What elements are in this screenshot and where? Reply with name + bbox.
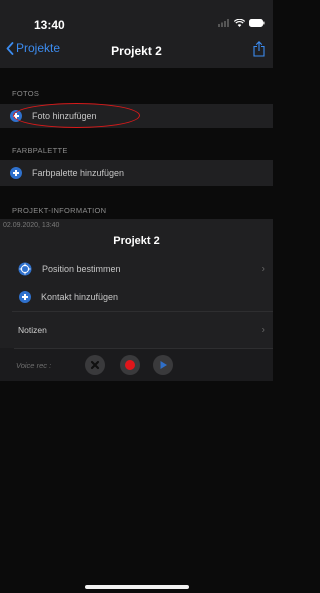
section-label-fotos: FOTOS xyxy=(12,89,40,98)
project-name: Projekt 2 xyxy=(113,235,160,247)
voice-rec-bar: Voice rec : xyxy=(0,348,273,381)
status-time: 13:40 xyxy=(34,18,65,32)
section-label-info: PROJEKT-INFORMATION xyxy=(12,206,107,215)
add-palette-label: Farbpalette hinzufügen xyxy=(32,168,125,178)
divider xyxy=(14,348,273,349)
wifi-icon xyxy=(234,19,245,27)
position-label: Position bestimmen xyxy=(42,264,121,274)
position-row[interactable]: Position bestimmen › xyxy=(0,257,273,281)
notes-label: Notizen xyxy=(18,325,47,335)
battery-icon xyxy=(249,19,265,27)
signal-icon xyxy=(218,19,229,27)
notes-row[interactable]: Notizen › xyxy=(0,318,273,342)
add-contact-row[interactable]: Kontakt hinzufügen xyxy=(0,285,273,309)
highlight-annotation xyxy=(13,103,140,128)
chevron-right-icon: › xyxy=(261,324,265,336)
home-indicator xyxy=(85,585,189,589)
share-button[interactable] xyxy=(253,41,265,62)
chevron-right-icon: › xyxy=(261,263,265,275)
delete-recording-button[interactable] xyxy=(85,355,105,375)
page-title: Projekt 2 xyxy=(111,44,162,58)
record-button[interactable] xyxy=(120,355,140,375)
crosshair-icon xyxy=(18,262,32,276)
plus-circle-icon xyxy=(19,291,31,303)
divider xyxy=(12,311,273,312)
voice-rec-label: Voice rec : xyxy=(16,361,52,370)
play-button[interactable] xyxy=(153,355,173,375)
add-contact-label: Kontakt hinzufügen xyxy=(41,292,119,302)
record-icon xyxy=(125,360,135,370)
section-label-farbpalette: FARBPALETTE xyxy=(12,146,68,155)
plus-circle-icon xyxy=(10,167,22,179)
play-icon xyxy=(160,361,167,369)
status-icons xyxy=(218,19,265,27)
project-date: 02.09.2020, 13:40 xyxy=(3,222,60,229)
project-info-panel: 02.09.2020, 13:40 Projekt 2 Position bes… xyxy=(0,219,273,357)
top-bar: 13:40 Projekte Projekt 2 xyxy=(0,0,273,68)
share-icon xyxy=(253,41,265,57)
add-palette-row[interactable]: Farbpalette hinzufügen xyxy=(0,160,273,186)
delete-icon xyxy=(90,360,100,370)
navigation-bar: Projekte Projekt 2 xyxy=(0,38,273,64)
